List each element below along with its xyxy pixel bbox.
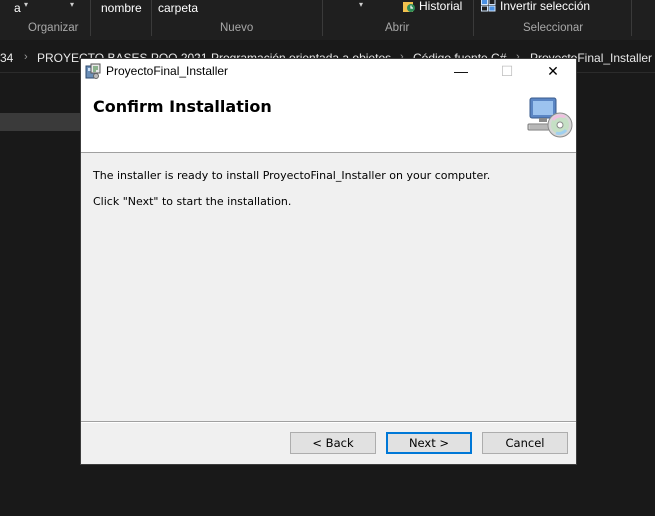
dropdown-arrow-icon[interactable]: ▾ [70, 0, 74, 9]
invert-selection-icon [481, 0, 496, 15]
minimize-button[interactable]: — [438, 59, 484, 84]
group-label-nuevo: Nuevo [220, 22, 254, 34]
dialog-banner: Confirm Installation [81, 84, 576, 153]
ribbon-item-nombre[interactable]: nombre [101, 1, 142, 15]
ribbon-item-historial[interactable]: Historial [419, 0, 462, 13]
install-ready-message: The installer is ready to install Proyec… [93, 169, 491, 182]
next-button[interactable]: Next > [386, 432, 472, 454]
ribbon-divider [322, 0, 323, 36]
ribbon-divider [631, 0, 632, 36]
ribbon-item-invertir-seleccion[interactable]: Invertir selección [500, 0, 590, 13]
dialog-titlebar[interactable]: ProyectoFinal_Installer — ☐ ✕ [81, 59, 576, 84]
ribbon-item-a[interactable]: a [14, 1, 21, 15]
dialog-title: ProyectoFinal_Installer [106, 64, 229, 78]
history-icon [402, 0, 416, 16]
dropdown-arrow-icon[interactable]: ▾ [24, 0, 28, 9]
back-button[interactable]: < Back [290, 432, 376, 454]
close-button[interactable]: ✕ [530, 59, 576, 84]
group-label-seleccionar: Seleccionar [523, 22, 584, 34]
installer-app-icon [85, 63, 101, 79]
explorer-ribbon: a ▾ ▾ nombre carpeta ▾ Historial Inverti… [0, 0, 655, 40]
nav-pane-selected-item[interactable] [0, 113, 80, 131]
maximize-button[interactable]: ☐ [484, 59, 530, 84]
cancel-button[interactable]: Cancel [482, 432, 568, 454]
breadcrumb-item[interactable]: 34 [0, 51, 13, 65]
ribbon-item-carpeta[interactable]: carpeta [158, 1, 198, 15]
group-label-abrir: Abrir [385, 22, 410, 34]
ribbon-divider [90, 0, 91, 36]
ribbon-divider [151, 0, 152, 36]
install-instruction: Click "Next" to start the installation. [93, 195, 292, 208]
chevron-right-icon[interactable]: › [24, 51, 28, 63]
dropdown-arrow-icon[interactable]: ▾ [359, 0, 363, 9]
group-label-organizar: Organizar [28, 22, 79, 34]
computer-cd-icon [526, 94, 574, 142]
footer-divider-highlight [81, 422, 576, 423]
page-title: Confirm Installation [93, 97, 272, 116]
ribbon-divider [473, 0, 474, 36]
installer-dialog: ProyectoFinal_Installer — ☐ ✕ Confirm In… [80, 58, 577, 465]
